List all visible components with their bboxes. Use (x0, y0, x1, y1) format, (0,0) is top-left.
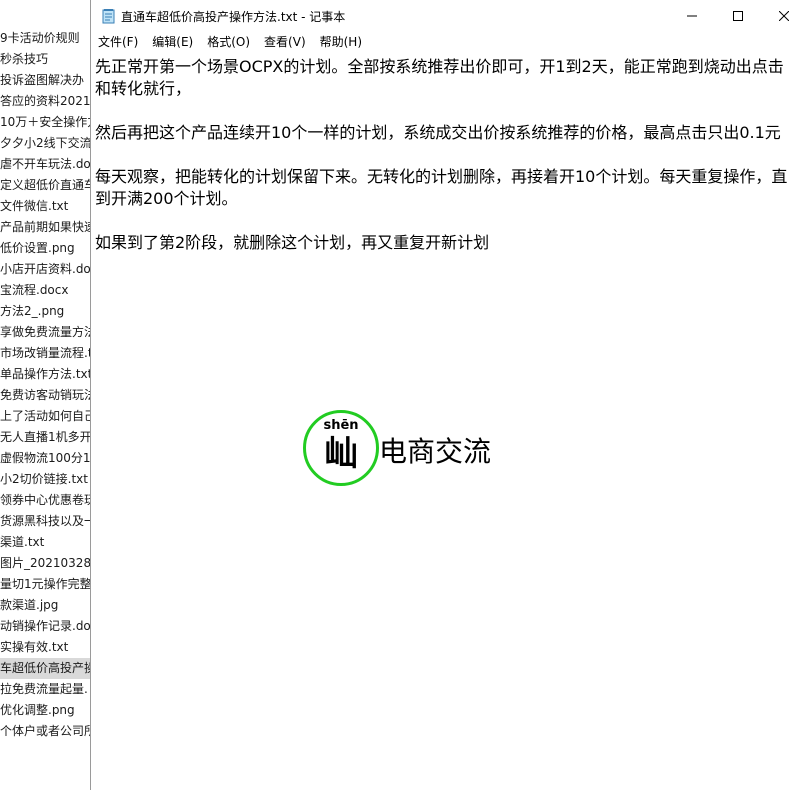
file-list-item[interactable]: 量切1元操作完整 (0, 574, 91, 595)
file-list-item[interactable]: 享做免费流量方法 (0, 322, 91, 343)
file-list-item[interactable]: 无人直播1机多开 (0, 427, 91, 448)
file-list-item[interactable]: 产品前期如果快速 (0, 217, 91, 238)
file-list-item[interactable]: 10万＋安全操作方 (0, 112, 91, 133)
maximize-icon (733, 11, 743, 21)
file-list-item[interactable]: 小2切价链接.txt (0, 469, 91, 490)
window-title: 直通车超低价高投产操作方法.txt - 记事本 (121, 10, 346, 24)
minimize-icon (687, 15, 697, 17)
minimize-button[interactable] (669, 0, 715, 32)
close-icon (779, 11, 789, 21)
text-line: 如果到了第2阶段，就删除这个计划，再又重复开新计划 (95, 233, 490, 252)
menu-view[interactable]: 查看(V) (257, 32, 313, 52)
watermark-label: 电商交流 (379, 435, 492, 468)
file-list-item[interactable]: 单品操作方法.txt (0, 364, 91, 385)
text-line: 然后再把这个产品连续开10个一样的计划，系统成交出价按系统推荐的价格，最高点击只… (95, 123, 781, 142)
menu-edit[interactable]: 编辑(E) (145, 32, 200, 52)
file-list-item[interactable]: 上了活动如何自己 (0, 406, 91, 427)
menu-file[interactable]: 文件(F) (91, 32, 145, 52)
notepad-window: 直通车超低价高投产操作方法.txt - 记事本 文件(F) 编辑(E) 格式(O… (90, 0, 806, 790)
file-list-item[interactable]: 货源黑科技以及一 (0, 511, 91, 532)
watermark-pinyin: shēn (323, 418, 359, 433)
menu-bar: 文件(F) 编辑(E) 格式(O) 查看(V) 帮助(H) (91, 32, 806, 52)
text-line (95, 100, 789, 122)
file-list-item[interactable]: 拉免费流量起量. (0, 679, 91, 700)
text-line: 每天观察，把能转化的计划保留下来。无转化的计划删除，再接着开10个计划。每天重复… (95, 167, 788, 208)
file-list-item[interactable]: 车超低价高投产操作 (0, 658, 91, 679)
watermark-logo: shēn 屾 电商交流 (303, 408, 513, 488)
file-list-item[interactable]: 方法2_.png (0, 301, 91, 322)
text-line (95, 144, 789, 166)
file-list-item[interactable]: 渠道.txt (0, 532, 91, 553)
file-list-item[interactable]: 实操有效.txt (0, 637, 91, 658)
file-list-item[interactable]: 文件微信.txt (0, 196, 91, 217)
file-list-item[interactable]: 虚假物流100分1 (0, 448, 91, 469)
file-list-item[interactable]: 投诉盗图解决办 (0, 70, 91, 91)
file-list-item[interactable]: 款渠道.jpg (0, 595, 91, 616)
file-list-item[interactable]: 优化调整.png (0, 700, 91, 721)
file-list-item[interactable]: 免费访客动销玩法 (0, 385, 91, 406)
menu-help[interactable]: 帮助(H) (313, 32, 369, 52)
maximize-button[interactable] (715, 0, 761, 32)
title-bar[interactable]: 直通车超低价高投产操作方法.txt - 记事本 (91, 0, 806, 32)
file-list-item[interactable]: 低价设置.png (0, 238, 91, 259)
notepad-icon (101, 8, 117, 24)
close-button[interactable] (761, 0, 806, 32)
background-file-list: 9卡活动价规则 秒杀技巧 投诉盗图解决办 答应的资料2021 10万＋安全操作方 夕夕小2… (0, 28, 91, 768)
watermark-glyph: 屾 (324, 434, 358, 474)
file-list-item[interactable]: 个体户或者公司所需 (0, 721, 91, 742)
file-list-item[interactable]: 虐不开车玩法.doc (0, 154, 91, 175)
file-list-item[interactable]: 夕夕小2线下交流 (0, 133, 91, 154)
file-list-item[interactable]: 9卡活动价规则 (0, 28, 91, 49)
file-list-item[interactable]: 动销操作记录.docx (0, 616, 91, 637)
file-list-item[interactable]: 秒杀技巧 (0, 49, 91, 70)
file-list-item[interactable]: 领券中心优惠卷玩 (0, 490, 91, 511)
file-list-item[interactable]: 定义超低价直通车 (0, 175, 91, 196)
file-list-item[interactable]: 答应的资料2021 (0, 91, 91, 112)
file-list-item[interactable]: 图片_2021032810 (0, 553, 91, 574)
menu-format[interactable]: 格式(O) (200, 32, 257, 52)
text-line: 先正常开第一个场景OCPX的计划。全部按系统推荐出价即可，开1到2天，能正常跑到… (95, 57, 784, 98)
text-editor[interactable]: 先正常开第一个场景OCPX的计划。全部按系统推荐出价即可，开1到2天，能正常跑到… (91, 52, 806, 790)
file-list-item[interactable]: 小店开店资料.docx (0, 259, 91, 280)
file-list-item[interactable]: 宝流程.docx (0, 280, 91, 301)
text-line (95, 210, 789, 232)
file-list-item[interactable]: 市场改销量流程.txt (0, 343, 91, 364)
